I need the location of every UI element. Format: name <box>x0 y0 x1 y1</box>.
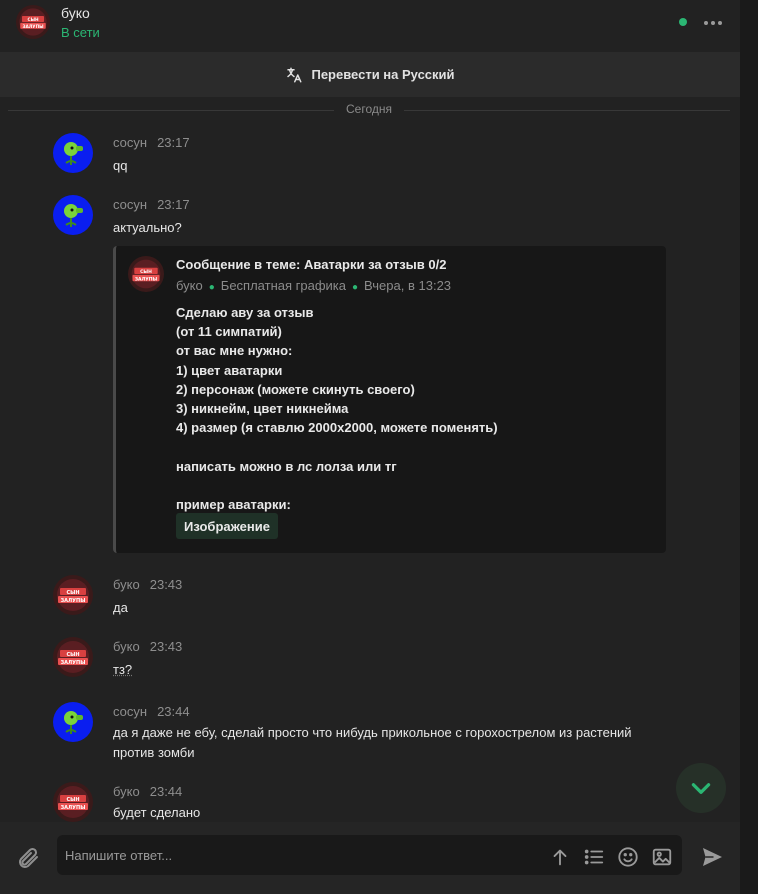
quote-forum[interactable]: Бесплатная графика <box>221 278 346 293</box>
svg-text:СЫН: СЫН <box>66 590 79 596</box>
message-text: да <box>113 600 128 615</box>
user-avatar[interactable]: СЫН ЗАЛУПЫ <box>16 5 50 39</box>
svg-text:СЫН: СЫН <box>66 652 79 658</box>
message-text: актуально? <box>113 220 182 235</box>
message-text: будет сделано <box>113 805 201 820</box>
message-author[interactable]: сосун <box>113 135 147 150</box>
list-icon[interactable] <box>583 846 605 868</box>
message-time: 23:44 <box>149 784 183 799</box>
message-time: 23:17 <box>157 135 190 150</box>
chat-user-name[interactable]: буко <box>61 5 90 21</box>
quote-date: Вчера, в 13:23 <box>364 278 452 293</box>
quote-meta: буко ● Бесплатная графика ● Вчера, в 13:23 <box>176 278 452 293</box>
quoted-post-card[interactable]: СЫН ЗАЛУПЫ Сообщение в теме: Аватарки за… <box>113 246 666 553</box>
sosun-avatar[interactable] <box>53 133 93 173</box>
day-separator: Сегодня <box>8 100 730 120</box>
online-indicator <box>679 18 687 26</box>
svg-text:ЗАЛУПЫ: ЗАЛУПЫ <box>61 805 86 811</box>
message-author[interactable]: буко <box>113 784 140 799</box>
send-icon[interactable] <box>700 845 724 869</box>
quote-body: Сделаю аву за отзыв (от 11 симпатий) от … <box>176 305 498 512</box>
buko-avatar[interactable]: СЫН ЗАЛУПЫ <box>53 637 93 677</box>
message-author[interactable]: сосун <box>113 197 147 212</box>
quote-title[interactable]: Сообщение в теме: Аватарки за отзыв 0/2 <box>176 257 446 272</box>
translate-button[interactable]: Перевести на Русский <box>0 52 740 97</box>
sosun-avatar[interactable] <box>53 702 93 742</box>
message-text: да я даже не ебу, сделай просто что нибу… <box>113 725 632 760</box>
translate-label: Перевести на Русский <box>311 67 455 82</box>
translate-icon <box>287 67 302 82</box>
image-attachment-button[interactable]: Изображение <box>176 513 278 539</box>
svg-text:ЗАЛУПЫ: ЗАЛУПЫ <box>22 24 44 30</box>
message-text: тз? <box>113 662 133 677</box>
svg-text:СЫН: СЫН <box>66 797 79 803</box>
emoji-icon[interactable] <box>617 846 639 868</box>
message-author[interactable]: буко <box>113 639 140 654</box>
message-time: 23:17 <box>157 197 190 212</box>
message-author[interactable]: буко <box>113 577 140 592</box>
message-author[interactable]: сосун <box>113 704 147 719</box>
svg-text:СЫН: СЫН <box>27 17 39 23</box>
svg-text:ЗАЛУПЫ: ЗАЛУПЫ <box>135 276 158 282</box>
sosun-avatar[interactable] <box>53 195 93 235</box>
svg-text:ЗАЛУПЫ: ЗАЛУПЫ <box>61 660 86 666</box>
svg-text:СЫН: СЫН <box>140 269 152 275</box>
arrow-up-icon[interactable] <box>549 846 571 868</box>
image-upload-icon[interactable] <box>651 846 673 868</box>
scroll-down-button[interactable] <box>676 763 726 813</box>
chevron-down-icon <box>691 783 711 794</box>
buko-avatar[interactable]: СЫН ЗАЛУПЫ <box>53 575 93 615</box>
more-options-icon[interactable] <box>700 12 726 34</box>
online-status: В сети <box>61 25 100 40</box>
message-input[interactable] <box>65 835 535 875</box>
paperclip-icon[interactable] <box>16 846 40 870</box>
side-strip <box>740 0 758 894</box>
quote-author[interactable]: буко <box>176 278 203 293</box>
message-text: qq <box>113 158 128 173</box>
svg-text:ЗАЛУПЫ: ЗАЛУПЫ <box>61 598 86 604</box>
message-time: 23:43 <box>149 577 183 592</box>
quote-author-avatar: СЫН ЗАЛУПЫ <box>128 256 164 292</box>
chat-header: СЫН ЗАЛУПЫ буко В сети <box>0 0 740 52</box>
day-separator-label: Сегодня <box>334 102 404 116</box>
buko-avatar[interactable]: СЫН ЗАЛУПЫ <box>53 782 93 822</box>
message-time: 23:43 <box>149 639 183 654</box>
message-time: 23:44 <box>157 704 190 719</box>
